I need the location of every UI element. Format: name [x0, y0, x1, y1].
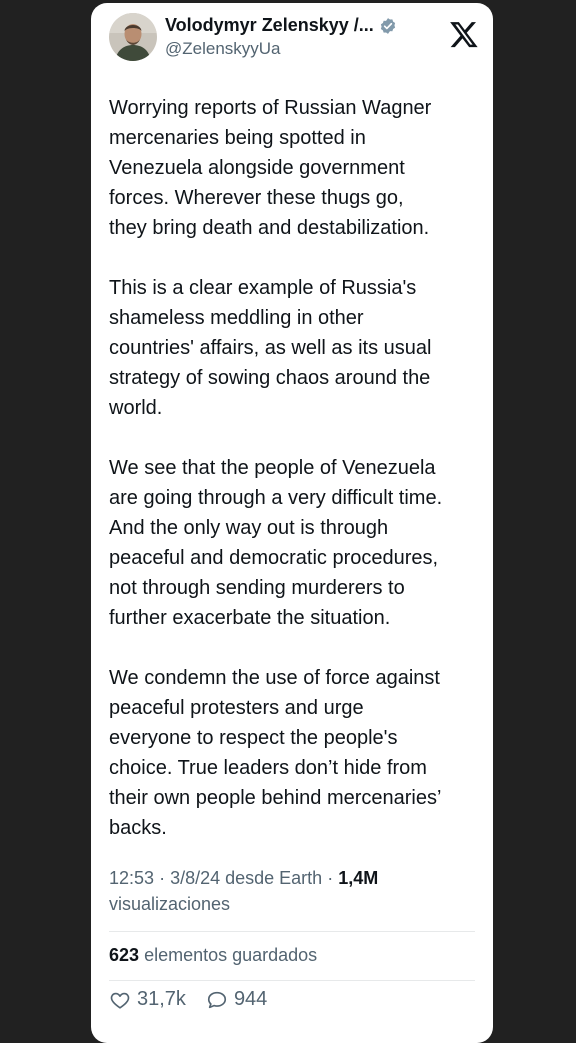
- divider: [109, 980, 475, 981]
- tweet-header: Volodymyr Zelenskyy /... @ZelenskyyUa: [109, 11, 481, 67]
- tweet-actions: 31,7k 944: [109, 988, 267, 1011]
- reply-button[interactable]: 944: [206, 988, 267, 1011]
- verified-badge-icon: [380, 17, 395, 34]
- avatar[interactable]: [109, 13, 157, 61]
- tweet-paragraph: Worrying reports of Russian Wagner merce…: [109, 97, 432, 239]
- bookmarks-count: 623: [109, 945, 140, 965]
- tweet-paragraph: This is a clear example of Russia's sham…: [109, 277, 432, 419]
- meta-separator: ·: [327, 868, 339, 888]
- handle[interactable]: @ZelenskyyUa: [165, 39, 415, 59]
- views-label: visualizaciones: [109, 894, 231, 914]
- tweet-text: Worrying reports of Russian Wagner merce…: [109, 93, 481, 873]
- tweet-card: Volodymyr Zelenskyy /... @ZelenskyyUa Wo…: [91, 3, 493, 1043]
- tweet-date-source[interactable]: 3/8/24 desde Earth: [170, 868, 322, 888]
- tweet-paragraph: We see that the people of Venezuela are …: [109, 457, 443, 629]
- meta-separator: ·: [159, 868, 171, 888]
- reply-count: 944: [233, 988, 268, 1010]
- like-button[interactable]: 31,7k: [109, 988, 186, 1011]
- tweet-time[interactable]: 12:53: [109, 868, 154, 888]
- tweet-meta: 12:53 · 3/8/24 desde Earth · 1,4M visual…: [109, 865, 481, 917]
- name-row: Volodymyr Zelenskyy /...: [165, 15, 415, 36]
- tweet-paragraph: We condemn the use of force against peac…: [109, 667, 442, 839]
- bookmarks-label: elementos guardados: [144, 945, 318, 965]
- divider: [109, 931, 475, 932]
- bookmarks-stat[interactable]: 623 elementos guardados: [109, 945, 317, 966]
- like-count: 31,7k: [137, 988, 186, 1010]
- avatar-image: [109, 13, 157, 61]
- display-name[interactable]: Volodymyr Zelenskyy /...: [165, 15, 374, 36]
- views-count: 1,4M: [338, 868, 379, 888]
- comment-icon: [207, 991, 227, 1008]
- author-info: Volodymyr Zelenskyy /... @ZelenskyyUa: [165, 15, 415, 59]
- heart-icon: [110, 992, 130, 1009]
- x-logo-icon[interactable]: [449, 19, 479, 49]
